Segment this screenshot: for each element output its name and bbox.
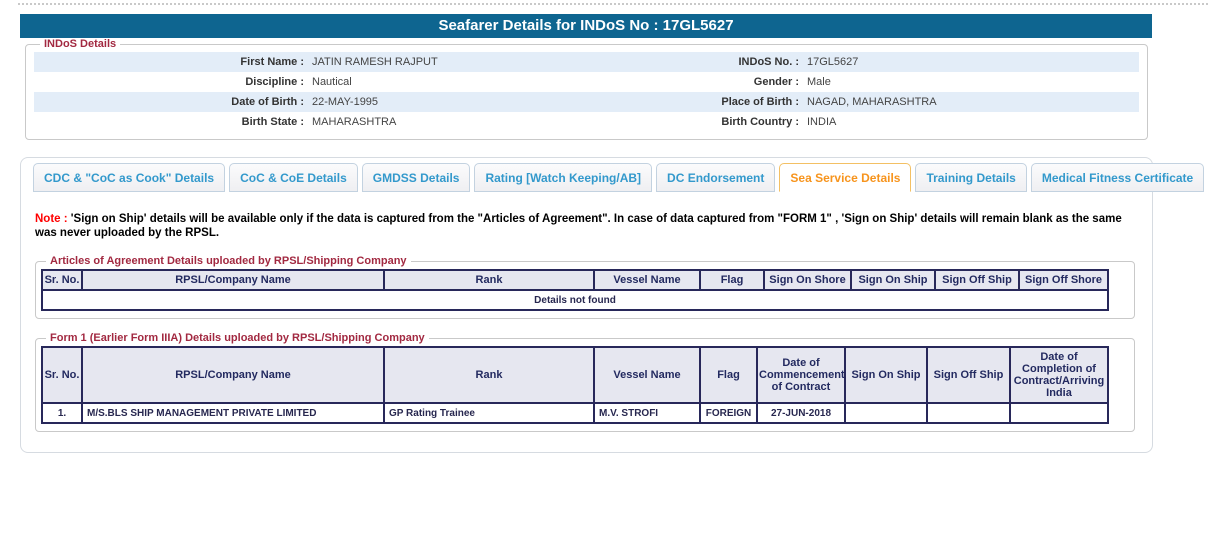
indos-details-legend: INDoS Details: [44, 38, 117, 50]
col-sign-off-ship: Sign Off Ship: [926, 346, 1011, 404]
articles-of-agreement-fieldset: Articles of Agreement Details uploaded b…: [35, 255, 1135, 319]
tab-strip: CDC & "CoC as Cook" Details CoC & CoE De…: [33, 163, 1205, 192]
col-vessel-name: Vessel Name: [593, 269, 701, 291]
place-of-birth-label: Place of Birth :: [721, 96, 799, 108]
col-vessel-name: Vessel Name: [593, 346, 701, 404]
tab-dc-endorsement[interactable]: DC Endorsement: [656, 163, 776, 192]
discipline-label: Discipline :: [245, 76, 304, 88]
articles-of-agreement-table: Sr. No. RPSL/Company Name Rank Vessel Na…: [41, 269, 1109, 311]
empty-row: Details not found: [41, 289, 1109, 311]
col-sign-off-shore: Sign Off Shore: [1018, 269, 1109, 291]
place-of-birth-value: NAGAD, MAHARASHTRA: [807, 96, 937, 108]
tab-panel: CDC & "CoC as Cook" Details CoC & CoE De…: [20, 157, 1205, 453]
indos-details-fieldset: INDoS Details First Name : JATIN RAMESH …: [25, 38, 1148, 140]
indos-no-label: INDoS No. :: [738, 56, 800, 68]
col-rpsl-company-name: RPSL/Company Name: [81, 346, 385, 404]
birth-country-value: INDIA: [807, 116, 837, 128]
cell-sign-off-ship: [926, 402, 1011, 424]
cell-sign-on-ship: [844, 402, 928, 424]
col-date-of-completion: Date of Completion of Contract/Arriving …: [1009, 346, 1109, 404]
seafarer-details-page: Seafarer Details for INDoS No : 17GL5627…: [0, 0, 1219, 550]
indos-row: First Name : JATIN RAMESH RAJPUT INDoS N…: [34, 52, 1139, 72]
col-sr-no: Sr. No.: [41, 269, 83, 291]
tab-training-details[interactable]: Training Details: [915, 163, 1027, 192]
col-date-of-commencement: Date of Commencement of Contract: [756, 346, 846, 404]
col-sign-off-ship: Sign Off Ship: [934, 269, 1020, 291]
indos-no-value: 17GL5627: [807, 56, 859, 68]
col-rank: Rank: [383, 346, 595, 404]
top-divider: [18, 3, 1208, 5]
tab-rating-watch-keeping-ab[interactable]: Rating [Watch Keeping/AB]: [474, 163, 653, 192]
birth-state-value: MAHARASHTRA: [312, 116, 397, 128]
note-prefix: Note :: [35, 213, 68, 225]
cell-date-of-commencement: 27-JUN-2018: [756, 402, 846, 424]
form1-table: Sr. No. RPSL/Company Name Rank Vessel Na…: [41, 346, 1109, 424]
cell-rank: GP Rating Trainee: [383, 402, 595, 424]
first-name-value: JATIN RAMESH RAJPUT: [312, 56, 438, 68]
discipline-value: Nautical: [312, 76, 352, 88]
first-name-label: First Name :: [240, 56, 304, 68]
col-rank: Rank: [383, 269, 595, 291]
cell-flag: FOREIGN: [699, 402, 758, 424]
table-header-row: Sr. No. RPSL/Company Name Rank Vessel Na…: [41, 269, 1109, 291]
cell-sr-no: 1.: [41, 402, 83, 424]
cell-rpsl-company-name: M/S.BLS SHIP MANAGEMENT PRIVATE LIMITED: [81, 402, 385, 424]
birth-state-label: Birth State :: [241, 116, 304, 128]
col-sign-on-ship: Sign On Ship: [844, 346, 928, 404]
indos-row: Birth State : MAHARASHTRA Birth Country …: [34, 112, 1139, 132]
date-of-birth-value: 22-MAY-1995: [312, 96, 379, 108]
note-text: 'Sign on Ship' details will be available…: [35, 213, 1122, 239]
tab-sea-service-details[interactable]: Sea Service Details: [779, 163, 912, 192]
gender-label: Gender :: [753, 76, 799, 88]
col-rpsl-company-name: RPSL/Company Name: [81, 269, 385, 291]
date-of-birth-label: Date of Birth :: [231, 96, 304, 108]
details-not-found-message: Details not found: [41, 289, 1109, 311]
gender-value: Male: [807, 76, 831, 88]
tab-cdc-coc-as-cook-details[interactable]: CDC & "CoC as Cook" Details: [33, 163, 226, 192]
col-sign-on-ship: Sign On Ship: [850, 269, 936, 291]
indos-row: Discipline : Nautical Gender : Male: [34, 72, 1139, 92]
title-bar: Seafarer Details for INDoS No : 17GL5627: [20, 14, 1152, 38]
table-header-row: Sr. No. RPSL/Company Name Rank Vessel Na…: [41, 346, 1109, 404]
col-sign-on-shore: Sign On Shore: [763, 269, 852, 291]
col-flag: Flag: [699, 269, 765, 291]
birth-country-label: Birth Country :: [721, 116, 799, 128]
form1-fieldset: Form 1 (Earlier Form IIIA) Details uploa…: [35, 332, 1135, 432]
table-row: 1. M/S.BLS SHIP MANAGEMENT PRIVATE LIMIT…: [41, 402, 1109, 424]
articles-of-agreement-legend: Articles of Agreement Details uploaded b…: [50, 255, 407, 267]
indos-row: Date of Birth : 22-MAY-1995 Place of Bir…: [34, 92, 1139, 112]
cell-date-of-completion: [1009, 402, 1109, 424]
sign-on-ship-note: Note : 'Sign on Ship' details will be av…: [35, 212, 1136, 240]
col-sr-no: Sr. No.: [41, 346, 83, 404]
tab-medical-fitness-certificate[interactable]: Medical Fitness Certificate: [1030, 163, 1205, 192]
page-title: Seafarer Details for INDoS No : 17GL5627: [438, 17, 734, 34]
tab-gmdss-details[interactable]: GMDSS Details: [361, 163, 471, 192]
cell-vessel-name: M.V. STROFI: [593, 402, 701, 424]
form1-legend: Form 1 (Earlier Form IIIA) Details uploa…: [50, 332, 425, 344]
col-flag: Flag: [699, 346, 758, 404]
tab-coc-coe-details[interactable]: CoC & CoE Details: [229, 163, 358, 192]
